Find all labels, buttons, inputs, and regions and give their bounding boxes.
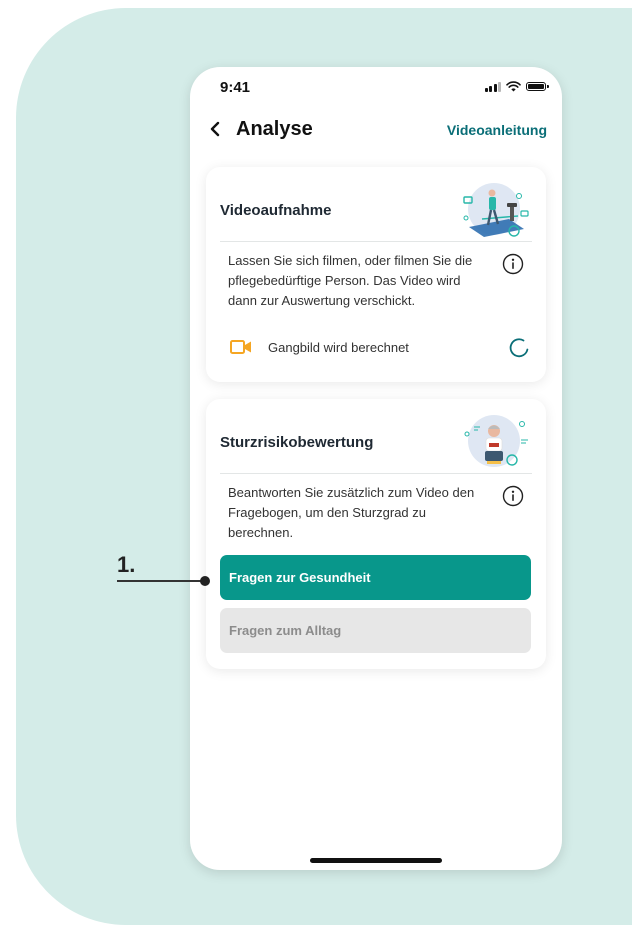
annotation-line: [117, 580, 203, 582]
status-bar: 9:41: [190, 67, 562, 107]
walking-person-illustration: [463, 183, 529, 237]
daily-life-questions-button[interactable]: Fragen zum Alltag: [220, 608, 531, 653]
annotation-label: 1.: [117, 552, 136, 577]
annotation-dot: [200, 576, 210, 586]
page-title: Analyse: [236, 118, 313, 140]
video-guide-link[interactable]: Videoanleitung: [447, 122, 547, 138]
info-icon[interactable]: [502, 485, 524, 507]
loading-spinner-icon: [509, 338, 529, 358]
back-chevron-icon[interactable]: [204, 117, 226, 141]
card-divider: [220, 241, 532, 242]
health-questions-button[interactable]: Fragen zur Gesundheit: [220, 555, 531, 600]
phone-frame: 9:41 Analyse Videoanleitung Videoaufnahm…: [190, 67, 562, 870]
status-label: Gangbild wird berechnet: [268, 340, 409, 355]
wifi-icon: [506, 81, 521, 92]
card-description: Beantworten Sie zusätzlich zum Video den…: [228, 485, 475, 540]
nav-bar: Analyse Videoanleitung: [190, 115, 562, 147]
status-icons: [484, 81, 549, 92]
video-camera-icon: [230, 340, 251, 354]
card-title: Sturzrisikobewertung: [220, 434, 374, 451]
card-title: Videoaufnahme: [220, 202, 332, 219]
video-status-row: Gangbild wird berechnet: [230, 337, 530, 359]
info-icon[interactable]: [502, 253, 524, 275]
signal-icon: [484, 81, 501, 92]
fall-risk-card: Sturzrisikobewertung Beantworten Sie zus…: [206, 399, 546, 669]
home-indicator: [310, 858, 442, 863]
status-time: 9:41: [220, 79, 251, 96]
card-divider: [220, 473, 532, 474]
card-description: Lassen Sie sich filmen, oder filmen Sie …: [228, 253, 473, 308]
video-recording-card: Videoaufnahme Lassen Sie sich filmen, od…: [206, 167, 546, 382]
battery-icon: [526, 82, 549, 91]
elderly-person-illustration: [464, 415, 528, 467]
